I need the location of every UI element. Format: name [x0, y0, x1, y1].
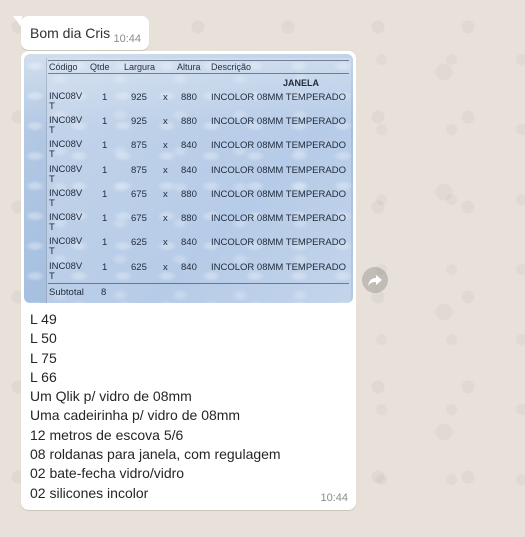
row-1-qty: 1 — [102, 92, 108, 103]
row-4-code-cont: T — [49, 174, 55, 185]
message-line: L 50 — [30, 330, 57, 347]
row-8-height: 840 — [181, 262, 197, 273]
row-7-x: x — [163, 237, 168, 248]
row-2-qty: 1 — [102, 116, 108, 127]
message-line: L 66 — [30, 368, 57, 385]
row-5-x: x — [163, 189, 168, 200]
row-7-width: 625 — [131, 237, 147, 248]
row-7-code-cont: T — [49, 246, 55, 257]
message-text: Bom dia Cris — [30, 25, 111, 41]
row-2-width: 925 — [131, 116, 147, 127]
message-line: 02 bate-fecha vidro/vidro — [30, 465, 185, 482]
message-line: 02 silicones incolor — [30, 484, 149, 501]
bubble-tail — [13, 16, 22, 28]
row-2-desc: INCOLOR 08MM TEMPERADO — [211, 116, 346, 127]
message-line: L 49 — [30, 311, 57, 327]
row-1-code-cont: T — [49, 101, 55, 112]
row-3-width: 875 — [131, 140, 147, 151]
col-header-qty: Qtde — [90, 62, 110, 72]
message-photo[interactable]: Código Qtde Largura Altura Descrição JAN… — [24, 54, 353, 303]
message-bubble-order[interactable]: Código Qtde Largura Altura Descrição JAN… — [21, 51, 356, 510]
table-rule-top — [48, 60, 349, 61]
message-line: L 75 — [30, 349, 57, 366]
row-5-width: 675 — [131, 189, 147, 200]
row-8-code-cont: T — [49, 271, 55, 282]
group-label: JANELA — [283, 78, 320, 88]
message-line: 08 roldanas para janela, com regulagem — [30, 446, 281, 463]
message-bubble-greeting[interactable]: Bom dia Cris 10:44 — [13, 16, 149, 50]
row-6-width: 675 — [131, 213, 147, 224]
forward-arrow-icon — [368, 275, 382, 286]
row-8-width: 625 — [131, 262, 147, 273]
row-1-height: 880 — [181, 92, 197, 103]
row-7-qty: 1 — [102, 237, 108, 248]
row-4-width: 875 — [131, 165, 147, 176]
row-5-code-cont: T — [49, 198, 55, 209]
row-2-height: 880 — [181, 116, 197, 127]
row-5-qty: 1 — [102, 189, 108, 200]
row-6-desc: INCOLOR 08MM TEMPERADO — [211, 213, 346, 224]
col-header-width: Largura — [124, 62, 156, 72]
row-7-desc: INCOLOR 08MM TEMPERADO — [211, 237, 346, 248]
row-6-x: x — [163, 213, 168, 224]
message-line: 12 metros de escova 5/6 — [30, 426, 184, 443]
row-3-desc: INCOLOR 08MM TEMPERADO — [211, 140, 346, 151]
forward-button[interactable] — [362, 267, 388, 293]
row-3-height: 840 — [181, 140, 197, 151]
table-rule-subtotal — [48, 283, 349, 284]
message-timestamp: 10:44 — [320, 492, 348, 504]
row-5-height: 880 — [181, 189, 197, 200]
subtotal-value: 8 — [101, 287, 107, 298]
row-6-qty: 1 — [102, 213, 108, 224]
row-3-code-cont: T — [49, 149, 55, 160]
row-2-code-cont: T — [49, 125, 55, 136]
col-header-description: Descrição — [211, 62, 252, 72]
row-4-height: 840 — [181, 165, 197, 176]
message-line: Uma cadeirinha p/ vidro de 08mm — [30, 407, 241, 424]
message-timestamp: 10:44 — [113, 33, 141, 45]
message-text-block: L 49 L 50 L 75 L 66 Um Qlik p/ vidro de … — [30, 310, 281, 503]
row-5-desc: INCOLOR 08MM TEMPERADO — [211, 189, 346, 200]
col-header-height: Altura — [177, 62, 201, 72]
row-3-qty: 1 — [102, 140, 108, 151]
col-header-code: Código — [49, 62, 78, 72]
row-6-code-cont: T — [49, 222, 55, 233]
table-rule-header — [48, 73, 349, 74]
row-4-desc: INCOLOR 08MM TEMPERADO — [211, 165, 346, 176]
row-8-desc: INCOLOR 08MM TEMPERADO — [211, 262, 346, 273]
subtotal-label: Subtotal — [49, 287, 84, 298]
row-8-x: x — [163, 262, 168, 273]
row-2-x: x — [163, 116, 168, 127]
row-8-qty: 1 — [102, 262, 108, 273]
row-7-height: 840 — [181, 237, 197, 248]
row-4-x: x — [163, 165, 168, 176]
row-6-height: 880 — [181, 213, 197, 224]
message-line: Um Qlik p/ vidro de 08mm — [30, 388, 192, 405]
row-1-desc: INCOLOR 08MM TEMPERADO — [211, 92, 346, 103]
row-3-x: x — [163, 140, 168, 151]
row-1-width: 925 — [131, 92, 147, 103]
row-4-qty: 1 — [102, 165, 108, 176]
row-1-x: x — [163, 92, 168, 103]
